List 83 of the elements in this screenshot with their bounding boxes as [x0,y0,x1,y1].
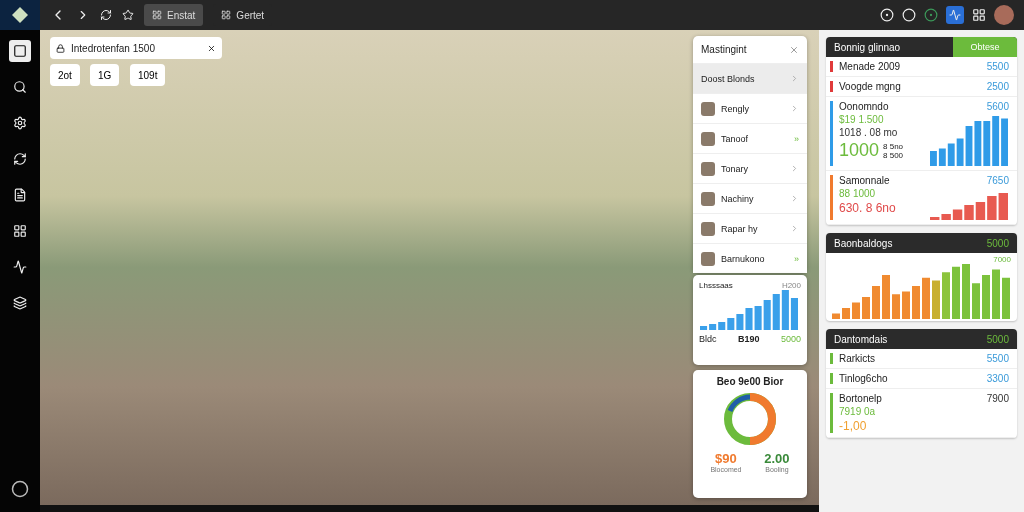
card-reading: H200 [781,281,801,290]
row-value: 7900 [986,393,1009,404]
grid-icon [13,224,27,238]
panel-title: Mastingint [701,44,747,55]
document-icon [13,188,27,202]
thumbnail [701,161,715,176]
card-title: Bonnig glinnao [834,41,901,53]
stat-value: $90 [715,451,737,466]
row-label: Rarkicts [839,353,877,364]
search-field[interactable]: Intedrotenfan 1500 [50,37,222,59]
row-label: Voogde mgng [839,81,902,92]
close-icon[interactable] [207,43,216,53]
metric-text: $19 1.500 [839,114,885,125]
footer-value: Bldc [699,334,717,344]
row-value: 3300 [986,373,1009,384]
layers-icon [13,296,27,310]
list-item[interactable]: Tonary [693,153,807,183]
row-value: 5500 [986,353,1009,364]
lock-icon [56,43,65,53]
list-item[interactable]: Doost Blonds [693,63,807,93]
row-label: Samonnale [839,175,891,186]
chevron-icon [790,104,799,113]
settings-icon [13,116,27,130]
chevron-icon [790,194,799,203]
row-value: 7650 [986,175,1009,186]
donut-chart-drawing [722,391,778,447]
circle-icon[interactable] [11,480,29,498]
row-label: Oonomndo [839,101,890,112]
card-title: Baonbaldogs [834,237,893,249]
metric-value: 630. 8 6no [839,201,896,215]
thumbnail [701,251,715,266]
thumbnail [701,131,715,146]
filter-chip[interactable]: 2ot [50,64,80,86]
card-title: Dantomdais [834,333,888,345]
footer-value: 5000 [780,334,801,344]
refresh-icon[interactable] [100,9,112,21]
stat-value: 2.00 [764,451,790,466]
thumbnail [701,191,715,206]
card-reading: 5000 [986,237,1009,249]
metric-text: 8 500 [883,150,904,160]
row-label: Menade 2009 [839,61,902,72]
peak-label: 7000 [993,255,1011,264]
square-icon [13,44,27,58]
pulse-icon [13,260,27,274]
row-value: 5500 [986,61,1009,72]
metric-value: -1,00 [839,419,867,433]
user-avatar[interactable] [994,5,1014,25]
logo-icon [11,6,29,24]
metric-text: 7919 0a [839,406,877,417]
list-item[interactable]: Nachiny [693,183,807,213]
filter-chip[interactable]: 1G [90,64,120,86]
chevron-icon [790,74,799,83]
list-item[interactable]: Rapar hy [693,213,807,243]
row-label: Tinlog6cho [839,373,889,384]
list-item[interactable]: Rengly [693,93,807,123]
card-reading: 5000 [986,333,1009,345]
grid-icon[interactable] [972,8,986,22]
toolbar-tab[interactable]: Enstat [144,4,204,26]
grid-icon [152,10,162,20]
list-item[interactable]: Tanoof » [693,123,807,153]
star-icon[interactable] [122,9,134,21]
row-value: 5600 [986,101,1009,112]
metric-value: 1000 [839,140,880,161]
metric-text: 8 5no [883,141,904,151]
share-button[interactable] [946,6,964,24]
refresh-icon [13,152,27,166]
metric-text: 1018 . 08 mo [839,127,899,138]
card-title: Lhsssaas [699,281,733,290]
thumbnail [701,101,715,116]
thumbnail [701,221,715,236]
app-logo[interactable] [0,0,40,30]
search-icon [13,80,27,94]
chevron-icon [790,224,799,233]
metric-text: 88 1000 [839,188,877,199]
sidebar-button[interactable] [9,40,31,62]
filter-chip[interactable]: 109t [130,64,166,86]
row-label: Bortonelp [839,393,883,404]
card-title: Beo 9e00 Bior [716,376,784,387]
list-item[interactable]: Barnukono » [693,243,807,273]
grid-icon [221,10,232,20]
row-value: 2500 [986,81,1009,92]
footer-value: B190 [738,334,760,344]
chevron-icon [790,164,799,173]
